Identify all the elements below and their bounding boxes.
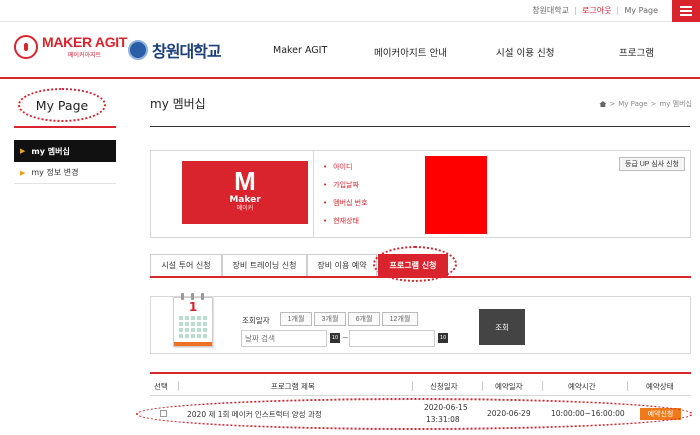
period-1-month-button[interactable]: 1개월	[280, 312, 312, 326]
search-panel: 1 조회일자 1개월 3개월 6개월 12개월 10 ~ 10 조회	[150, 293, 691, 354]
sidebar-item-label: my 정보 변경	[31, 168, 79, 177]
column-divider	[542, 381, 543, 391]
chevron-right-icon: >	[609, 100, 616, 108]
page-title: my 멤버십	[150, 97, 206, 111]
range-tilde: ~	[342, 333, 349, 342]
top-utility-bar: 창원대학교 로그아웃 My Page	[0, 0, 700, 22]
calendar-picker-icon[interactable]: 10	[438, 333, 448, 343]
breadcrumb: > My Page > my 멤버십	[599, 99, 692, 109]
field-label-membership-number: 멤버십 번호	[323, 198, 367, 208]
nav-maker-agit-guide[interactable]: 메이커아지트 안내	[374, 45, 447, 59]
logout-link[interactable]: 로그아웃	[576, 5, 617, 16]
membership-card-name: Maker	[229, 195, 261, 205]
column-program-title: 프로그램 제목	[271, 382, 315, 391]
nav-facility-request[interactable]: 시설 이용 신청	[496, 45, 554, 59]
period-6-month-button[interactable]: 6개월	[348, 312, 380, 326]
divider	[313, 151, 314, 237]
university-logo[interactable]: 창원대학교	[128, 38, 222, 62]
breadcrumb-item[interactable]: My Page	[618, 100, 647, 108]
university-link[interactable]: 창원대학교	[526, 5, 575, 16]
redacted-values-block	[425, 156, 487, 234]
period-12-month-button[interactable]: 12개월	[382, 312, 418, 326]
maker-logo-subtitle: 메이커아지트	[68, 52, 102, 59]
highlight-oval	[136, 398, 693, 430]
sidebar-divider	[14, 126, 116, 128]
column-select: 선택	[154, 382, 168, 391]
menu-icon[interactable]	[672, 0, 700, 22]
lightbulb-icon	[14, 35, 38, 59]
mypage-link[interactable]: My Page	[618, 6, 664, 15]
membership-card-letter: M	[234, 166, 256, 196]
period-3-month-button[interactable]: 3개월	[314, 312, 346, 326]
membership-card-subtitle: 메이커	[236, 205, 254, 212]
home-icon[interactable]	[599, 101, 607, 107]
university-emblem-icon	[128, 40, 148, 60]
tab-facility-tour[interactable]: 시설 투어 신청	[150, 254, 222, 276]
field-label-status: 현재상태	[323, 216, 359, 226]
upgrade-request-button[interactable]: 등급 UP 심사 신청	[618, 157, 685, 171]
tab-equipment-reservation[interactable]: 장비 이용 예약	[307, 254, 377, 276]
column-reserved-time: 예약시간	[568, 382, 596, 391]
nav-program[interactable]: 프로그램	[619, 45, 654, 59]
start-date-input[interactable]	[241, 330, 327, 347]
maker-logo-title: MAKER AGIT	[42, 34, 128, 50]
column-divider	[627, 381, 628, 391]
calendar-day: 1	[188, 300, 198, 314]
column-status: 예약상태	[646, 382, 674, 391]
site-header: MAKER AGIT 메이커아지트 창원대학교 Maker AGIT 메이커아지…	[0, 22, 700, 79]
sidebar-title: My Page	[18, 88, 106, 122]
utility-links: 창원대학교 로그아웃 My Page	[526, 5, 664, 16]
column-divider	[482, 381, 483, 391]
membership-panel: M Maker 메이커 아이디 가입날짜 멤버십 번호 현재상태 등급 UP 심…	[150, 150, 691, 238]
membership-card: M Maker 메이커	[182, 161, 308, 224]
field-label-id: 아이디	[323, 162, 352, 172]
sidebar-item-edit-info[interactable]: ▶ my 정보 변경	[14, 162, 116, 184]
column-reserved-date: 예약일자	[495, 382, 523, 391]
sidebar-item-membership[interactable]: ▶ my 멤버십	[14, 140, 116, 162]
sidebar-item-label: my 멤버십	[31, 146, 70, 156]
maker-agit-logo[interactable]: MAKER AGIT 메이커아지트	[14, 35, 127, 59]
column-divider	[412, 381, 413, 391]
chevron-right-icon: >	[650, 100, 657, 108]
breadcrumb-item: my 멤버십	[659, 100, 692, 108]
title-divider	[150, 126, 690, 127]
tab-equipment-training[interactable]: 장비 트레이닝 신청	[222, 254, 307, 276]
search-date-label: 조회일자	[242, 316, 270, 325]
nav-maker-agit[interactable]: Maker AGIT	[273, 45, 327, 56]
university-logo-name: 창원대학교	[152, 42, 222, 61]
calendar-picker-icon[interactable]: 10	[330, 333, 340, 343]
table-header: 선택 프로그램 제목 신청일자 예약일자 예약시간 예약상태	[150, 372, 691, 396]
calendar-icon: 1	[173, 293, 213, 347]
field-label-join-date: 가입날짜	[323, 180, 359, 190]
column-applied-date: 신청일자	[430, 382, 458, 391]
column-divider	[178, 381, 179, 391]
search-button[interactable]: 조회	[479, 309, 525, 345]
end-date-input[interactable]	[349, 330, 435, 347]
arrow-right-icon: ▶	[20, 147, 26, 155]
arrow-right-icon: ▶	[20, 168, 26, 177]
highlight-oval	[373, 246, 457, 282]
